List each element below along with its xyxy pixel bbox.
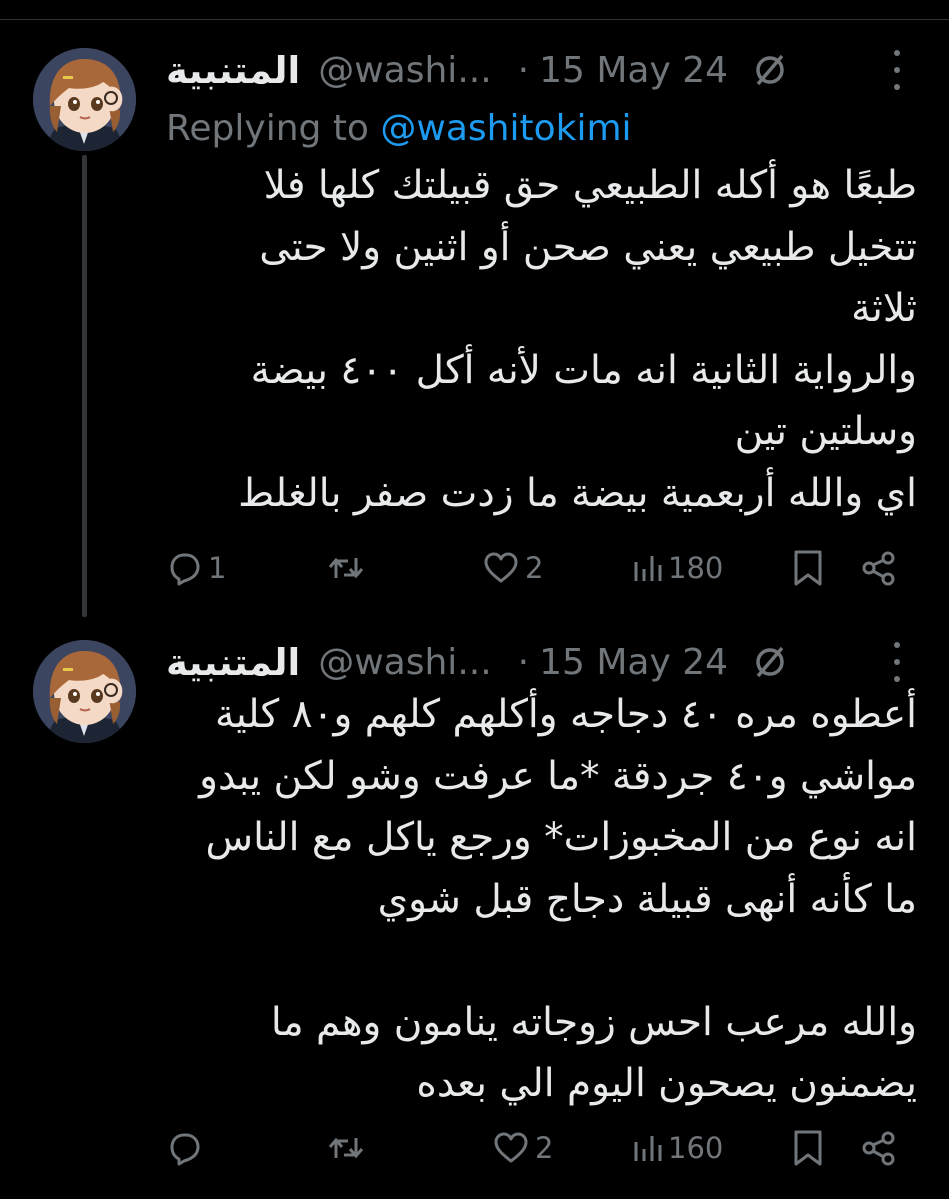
tweet-header: المتنبية @washi... · 15 May 24: [166, 40, 788, 100]
bookmark-icon: [794, 1130, 822, 1166]
like-count: 2: [525, 551, 544, 585]
views-icon: [634, 556, 662, 581]
share-button[interactable]: [859, 1123, 899, 1173]
avatar[interactable]: [33, 640, 136, 743]
like-button[interactable]: 2: [491, 1123, 553, 1173]
heart-icon: [484, 552, 518, 583]
views-button[interactable]: 160: [632, 1123, 723, 1173]
heart-icon: [494, 1132, 528, 1163]
view-count: 160: [668, 1131, 724, 1165]
tweet-actions: 2 160: [0, 1123, 949, 1173]
tweet-date[interactable]: 15 May 24: [539, 50, 728, 91]
retweet-icon: [328, 557, 364, 579]
reply-icon: [170, 553, 200, 586]
like-button[interactable]: 2: [481, 543, 543, 593]
replying-to-handle[interactable]: @washitokimi: [380, 108, 631, 149]
reply-button[interactable]: 1: [164, 543, 226, 593]
bookmark-button[interactable]: [791, 543, 825, 593]
more-vertical-icon[interactable]: [884, 642, 910, 682]
separator: ·: [517, 641, 530, 683]
share-button[interactable]: [859, 543, 899, 593]
separator: ·: [517, 49, 530, 91]
share-icon: [862, 1131, 895, 1166]
display-name[interactable]: المتنبية: [166, 49, 300, 92]
bookmark-icon: [794, 550, 822, 586]
reply-icon: [170, 1133, 200, 1166]
tweet-actions: 1 2 180: [0, 543, 949, 593]
views-button[interactable]: 180: [632, 543, 723, 593]
top-divider: [0, 0, 949, 20]
reply-count: 1: [208, 551, 227, 585]
tweet-text: أعطوه مره ٤٠ دجاجه وأكلهم كلهم و٨٠ كلية …: [199, 692, 917, 1106]
anime-girl-avatar-icon: [33, 48, 136, 151]
reply-button[interactable]: [164, 1123, 208, 1173]
replying-to: Replying to @washitokimi: [166, 108, 632, 149]
user-handle[interactable]: @washi...: [318, 642, 491, 683]
replying-to-label: Replying to: [166, 108, 369, 149]
anime-girl-avatar-icon: [33, 640, 136, 743]
tweet-text: طبعًا هو أكله الطبيعي حق قبيلتك كلها فلا…: [238, 163, 917, 516]
tweet-header: المتنبية @washi... · 15 May 24: [166, 632, 788, 692]
circle-slash-icon: [752, 644, 788, 680]
retweet-icon: [328, 1137, 364, 1159]
share-icon: [862, 551, 895, 586]
retweet-button[interactable]: [326, 1123, 370, 1173]
display-name[interactable]: المتنبية: [166, 641, 300, 684]
like-count: 2: [535, 1131, 554, 1165]
view-count: 180: [668, 551, 724, 585]
tweet-date[interactable]: 15 May 24: [539, 642, 728, 683]
circle-slash-icon: [752, 52, 788, 88]
retweet-button[interactable]: [326, 543, 370, 593]
more-vertical-icon[interactable]: [884, 50, 910, 90]
avatar[interactable]: [33, 48, 136, 151]
bookmark-button[interactable]: [791, 1123, 825, 1173]
views-icon: [634, 1136, 662, 1161]
user-handle[interactable]: @washi...: [318, 50, 491, 91]
